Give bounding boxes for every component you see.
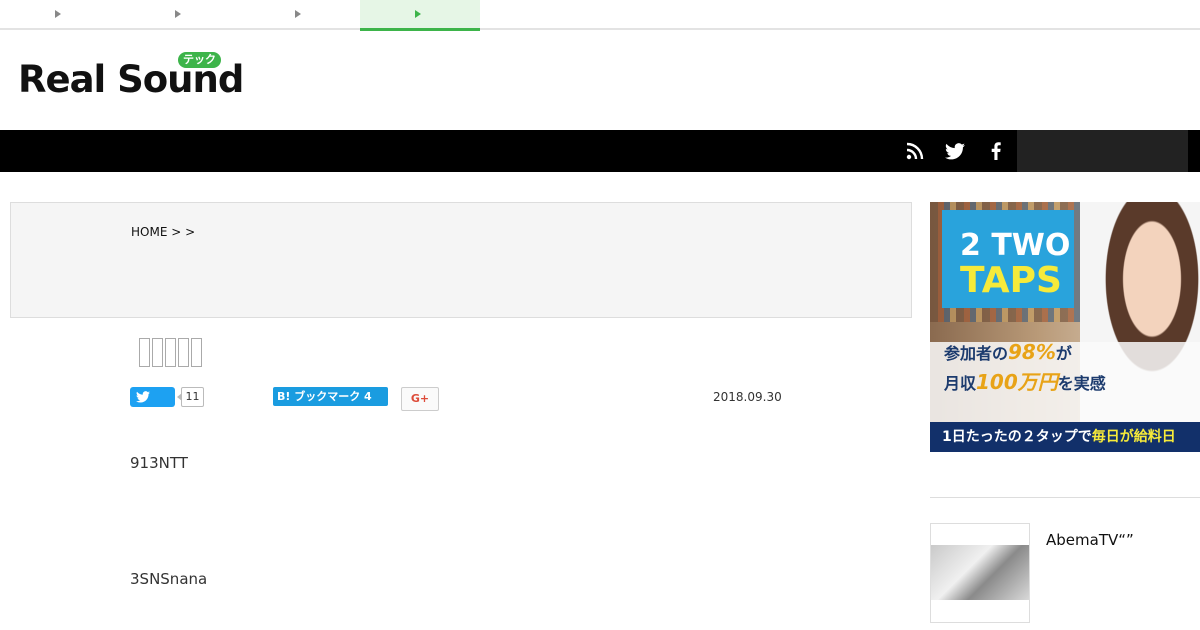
missing-glyph-box [178, 338, 189, 367]
logo-badge: テック [178, 52, 221, 68]
rss-icon[interactable] [904, 140, 926, 162]
ad-copy-line2: 月収100万円を実感 [944, 366, 1106, 395]
sidebar-ad-banner[interactable]: 2 TWO TAPS 参加者の98%が 月収100万円を実感 1日たったの２タッ… [930, 202, 1200, 452]
twitter-icon[interactable] [944, 140, 966, 162]
site-logo[interactable]: Real Sound テック [18, 50, 244, 101]
ad-copy-text: 月収 [944, 374, 977, 393]
ad-logo: 2 TWO TAPS [942, 210, 1074, 308]
triangle-right-icon [55, 10, 61, 18]
share-row: 11 B! ブックマーク 4 G+ 2018.09.30 [130, 386, 790, 412]
ad-copy-text: が [1055, 344, 1072, 363]
top-tab-1[interactable] [0, 0, 120, 30]
hatena-bookmark-button[interactable]: B! ブックマーク 4 [273, 387, 388, 406]
top-tab-2[interactable] [120, 0, 240, 30]
sidebar-divider [930, 497, 1200, 498]
top-tab-3[interactable] [240, 0, 360, 30]
triangle-right-icon [415, 10, 421, 18]
ad-copy-line1: 参加者の98%が [944, 340, 1072, 364]
ad-copy-highlight: 98% [1008, 340, 1056, 364]
sidebar-article-thumbnail[interactable] [930, 523, 1030, 623]
missing-glyph-box [191, 338, 202, 367]
ad-logo-taps: TAPS [960, 260, 1062, 301]
missing-glyph-box [152, 338, 163, 367]
ad-copy-text: を実感 [1057, 374, 1106, 393]
article-paragraph-2: 3SNSnana [130, 570, 208, 588]
article-paragraph-1: 913NTT [130, 454, 188, 472]
search-box[interactable] [1017, 130, 1188, 172]
twitter-icon [136, 391, 150, 403]
main-nav-bar [0, 130, 1200, 172]
missing-glyph-box [165, 338, 176, 367]
tweet-button[interactable] [130, 387, 175, 407]
ad-logo-two: 2 TWO [960, 228, 1071, 263]
ad-bottom-strip: 1日たったの２タップで毎日が給料日 [930, 422, 1200, 452]
top-tab-4[interactable] [360, 0, 480, 31]
publish-date: 2018.09.30 [713, 390, 782, 404]
ad-banner-highlight: 毎日が給料日 [1091, 429, 1176, 445]
triangle-right-icon [175, 10, 181, 18]
missing-glyph-box [139, 338, 150, 367]
facebook-icon[interactable] [985, 140, 1007, 162]
google-plus-button[interactable]: G+ [401, 387, 439, 411]
ad-copy-text: 参加者の [944, 344, 1009, 363]
top-tab-strip [0, 0, 1200, 31]
thumbnail-image [931, 545, 1029, 600]
ad-banner-text: 1日たったの２タップで [942, 429, 1092, 445]
tweet-count[interactable]: 11 [177, 387, 204, 407]
article-title [139, 338, 202, 368]
breadcrumb-area: HOME > > [10, 202, 912, 318]
triangle-right-icon [295, 10, 301, 18]
sidebar-article-title[interactable]: AbemaTV“” [1046, 531, 1134, 549]
ad-copy-highlight: 100万円 [976, 370, 1058, 394]
breadcrumb[interactable]: HOME > > [131, 225, 195, 239]
